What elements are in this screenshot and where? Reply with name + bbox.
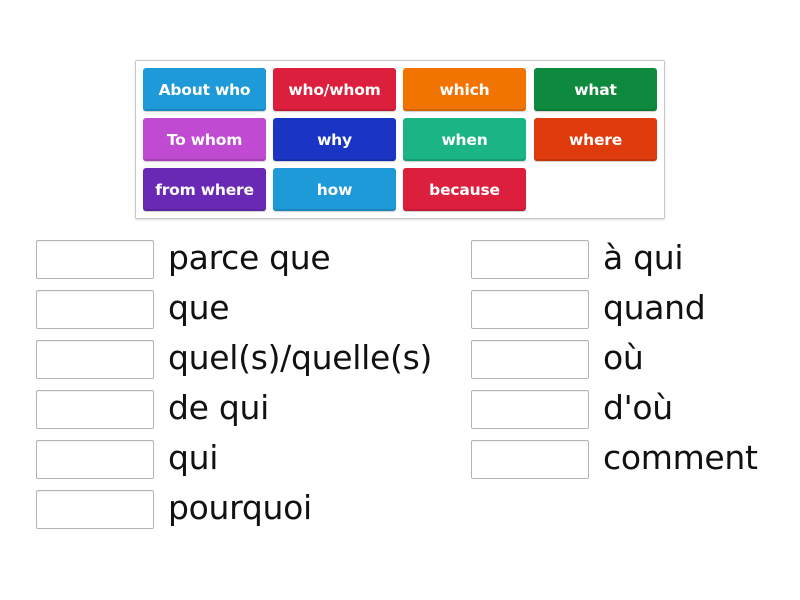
drop-slot[interactable]: [471, 240, 589, 279]
prompt-text: de qui: [168, 388, 269, 427]
tile-label: where: [568, 130, 623, 149]
prompt-text: parce que: [168, 238, 331, 277]
tile-which[interactable]: which: [403, 68, 526, 111]
answer-tile-tray: About who who/whom which what To whom wh…: [135, 60, 665, 219]
tile-label: why: [317, 130, 352, 149]
prompt-text: qui: [168, 438, 219, 477]
tile-about-who[interactable]: About who: [143, 68, 266, 111]
tile-label: because: [429, 180, 500, 199]
drop-slot[interactable]: [36, 490, 154, 529]
prompt-text: comment: [603, 438, 758, 477]
drop-slot[interactable]: [36, 240, 154, 279]
tile-where[interactable]: where: [534, 118, 657, 161]
tile-to-whom[interactable]: To whom: [143, 118, 266, 161]
prompt-text: pourquoi: [168, 488, 312, 527]
prompt-text: que: [168, 288, 230, 327]
tile-label: who/whom: [288, 80, 381, 99]
prompt-text: quand: [603, 288, 706, 327]
tile-label: About who: [158, 80, 251, 99]
tile-label: when: [441, 130, 488, 149]
drop-slot[interactable]: [471, 390, 589, 429]
drop-slot[interactable]: [471, 290, 589, 329]
tile-when[interactable]: when: [403, 118, 526, 161]
drop-slot[interactable]: [36, 440, 154, 479]
prompt-text: quel(s)/quelle(s): [168, 338, 433, 377]
tile-because[interactable]: because: [403, 168, 526, 211]
tile-label: which: [439, 80, 490, 99]
drop-slot[interactable]: [36, 290, 154, 329]
prompt-text: où: [603, 338, 644, 377]
tile-who-whom[interactable]: who/whom: [273, 68, 396, 111]
tile-label: what: [574, 80, 617, 99]
tile-label: how: [316, 180, 353, 199]
tile-what[interactable]: what: [534, 68, 657, 111]
tile-how[interactable]: how: [273, 168, 396, 211]
tile-label: To whom: [166, 130, 243, 149]
prompt-text: d'où: [603, 388, 673, 427]
tile-label: from where: [155, 180, 254, 199]
drop-slot[interactable]: [36, 390, 154, 429]
drop-slot[interactable]: [471, 440, 589, 479]
drop-slot[interactable]: [471, 340, 589, 379]
tile-from-where[interactable]: from where: [143, 168, 266, 211]
prompt-text: à qui: [603, 238, 684, 277]
drop-slot[interactable]: [36, 340, 154, 379]
tile-why[interactable]: why: [273, 118, 396, 161]
